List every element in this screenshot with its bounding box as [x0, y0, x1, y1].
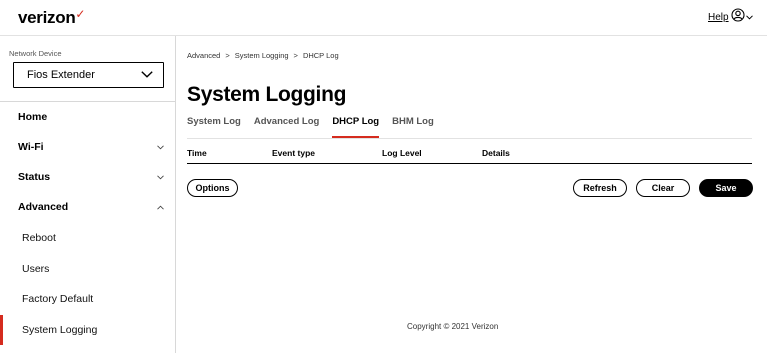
help-link[interactable]: Help — [708, 12, 729, 23]
top-bar: verizon✓ Help — [0, 0, 767, 36]
tab-divider — [187, 138, 752, 139]
clear-button[interactable]: Clear — [636, 179, 690, 197]
options-button[interactable]: Options — [187, 179, 238, 197]
sidebar-item-status[interactable]: Status — [0, 162, 176, 192]
column-header-log-level: Log Level — [382, 148, 422, 158]
device-select-value: Fios Extender — [27, 69, 95, 81]
sidebar-subitem-system-logging[interactable]: System Logging — [0, 315, 176, 345]
user-circle-icon — [731, 7, 745, 27]
sidebar-subitem-users[interactable]: Users — [0, 254, 176, 284]
sidebar-item-home[interactable]: Home — [0, 102, 176, 132]
tab-dhcp-log[interactable]: DHCP Log — [332, 116, 379, 139]
chevron-up-icon — [157, 202, 164, 212]
breadcrumb-item-system-logging[interactable]: System Logging — [235, 51, 289, 60]
column-header-time: Time — [187, 148, 207, 158]
chevron-down-icon — [157, 142, 164, 152]
sidebar-item-label: Wi-Fi — [18, 141, 44, 153]
breadcrumb-separator: > — [293, 51, 298, 60]
sidebar-item-wifi[interactable]: Wi-Fi — [0, 132, 176, 162]
tab-advanced-log[interactable]: Advanced Log — [254, 116, 319, 138]
log-tabs: System Log Advanced Log DHCP Log BHM Log — [187, 116, 447, 139]
breadcrumb-item-advanced[interactable]: Advanced — [187, 51, 220, 60]
log-table-header: Time Event type Log Level Details — [187, 147, 752, 164]
column-header-details: Details — [482, 148, 510, 158]
page-title: System Logging — [187, 83, 347, 106]
logo-check-mark: ✓ — [75, 7, 86, 21]
tab-bhm-log[interactable]: BHM Log — [392, 116, 434, 138]
column-header-event-type: Event type — [272, 148, 315, 158]
sidebar-item-label: Advanced — [18, 201, 69, 213]
verizon-logo[interactable]: verizon✓ — [18, 7, 86, 28]
breadcrumb-separator: > — [225, 51, 230, 60]
chevron-down-icon — [157, 172, 164, 182]
account-menu-button[interactable] — [731, 7, 761, 27]
refresh-button[interactable]: Refresh — [573, 179, 627, 197]
sidebar-subitem-factory-default[interactable]: Factory Default — [0, 284, 176, 314]
sidebar-item-label: Home — [18, 111, 48, 123]
device-label: Network Device — [9, 49, 62, 58]
save-button[interactable]: Save — [699, 179, 753, 197]
breadcrumb-item-dhcp-log: DHCP Log — [302, 51, 339, 60]
device-select[interactable]: Fios Extender — [13, 62, 164, 88]
sidebar-item-label: Status — [18, 171, 51, 183]
chevron-down-icon — [746, 12, 753, 22]
sidebar: Network Device Fios Extender Home Wi-Fi … — [0, 36, 176, 353]
tab-system-log[interactable]: System Log — [187, 116, 241, 138]
breadcrumb: Advanced > System Logging > DHCP Log — [187, 51, 339, 60]
chevron-down-icon — [141, 69, 153, 81]
sidebar-item-advanced[interactable]: Advanced — [0, 192, 176, 222]
sidebar-subitem-reboot[interactable]: Reboot — [0, 223, 176, 253]
copyright-text: Copyright © 2021 Verizon — [407, 322, 499, 331]
